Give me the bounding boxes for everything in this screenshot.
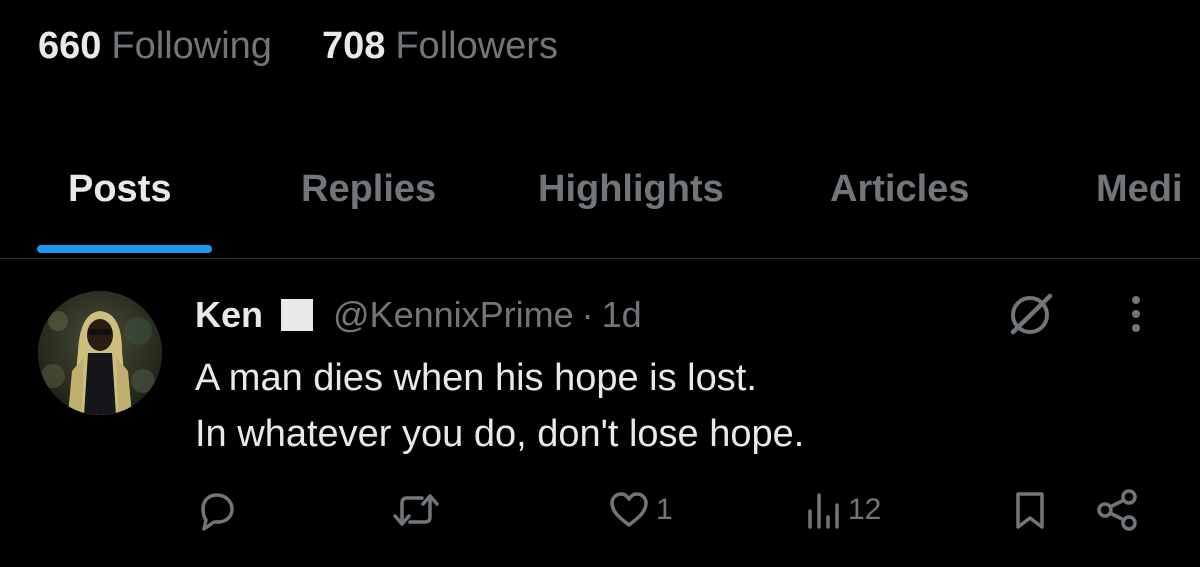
grok-icon[interactable] — [1004, 288, 1056, 340]
share-icon — [1094, 487, 1140, 533]
following-label: Following — [111, 24, 272, 67]
author-handle[interactable]: @KennixPrime — [333, 294, 574, 336]
post-text-line-2: In whatever you do, don't lose hope. — [195, 413, 805, 455]
view-count: 12 — [848, 493, 882, 526]
tab-highlights[interactable]: Highlights — [538, 164, 724, 214]
following-link[interactable]: 660 Following — [38, 25, 272, 68]
tab-media[interactable]: Medi — [1096, 164, 1183, 214]
header-separator: · — [581, 294, 594, 335]
reply-icon — [194, 487, 240, 533]
more-icon[interactable] — [1118, 292, 1154, 338]
avatar[interactable] — [38, 291, 162, 415]
repost-button[interactable] — [390, 484, 446, 536]
followers-count: 708 — [321, 24, 386, 67]
profile-tabs: Posts Replies Highlights Articles Medi — [0, 150, 1200, 259]
like-count: 1 — [656, 493, 673, 526]
bookmark-icon — [1010, 487, 1050, 533]
follow-stats: 660 Following 708 Followers — [38, 22, 558, 70]
author-badge-square — [281, 299, 314, 331]
repost-icon — [390, 487, 442, 533]
post-text: A man dies when his hope is lost. In wha… — [195, 350, 804, 462]
following-count: 660 — [38, 24, 102, 67]
views-icon — [804, 487, 844, 533]
reply-button[interactable] — [194, 484, 244, 536]
tab-articles[interactable]: Articles — [830, 164, 969, 214]
like-button[interactable]: 1 — [606, 484, 673, 536]
bookmark-button[interactable] — [1010, 484, 1050, 536]
views-button[interactable]: 12 — [804, 484, 881, 536]
author-name[interactable]: Ken — [195, 294, 263, 336]
like-icon — [606, 487, 652, 533]
tab-posts[interactable]: Posts — [68, 164, 171, 214]
post-timestamp[interactable]: 1d — [602, 294, 642, 336]
post-text-line-1: A man dies when his hope is lost. — [195, 357, 757, 399]
followers-label: Followers — [395, 24, 558, 67]
active-tab-indicator — [37, 245, 212, 253]
share-button[interactable] — [1094, 484, 1140, 536]
post-header: Ken @KennixPrime · 1d — [195, 292, 642, 338]
tab-replies[interactable]: Replies — [301, 164, 436, 214]
followers-link[interactable]: 708 Followers — [322, 25, 558, 68]
